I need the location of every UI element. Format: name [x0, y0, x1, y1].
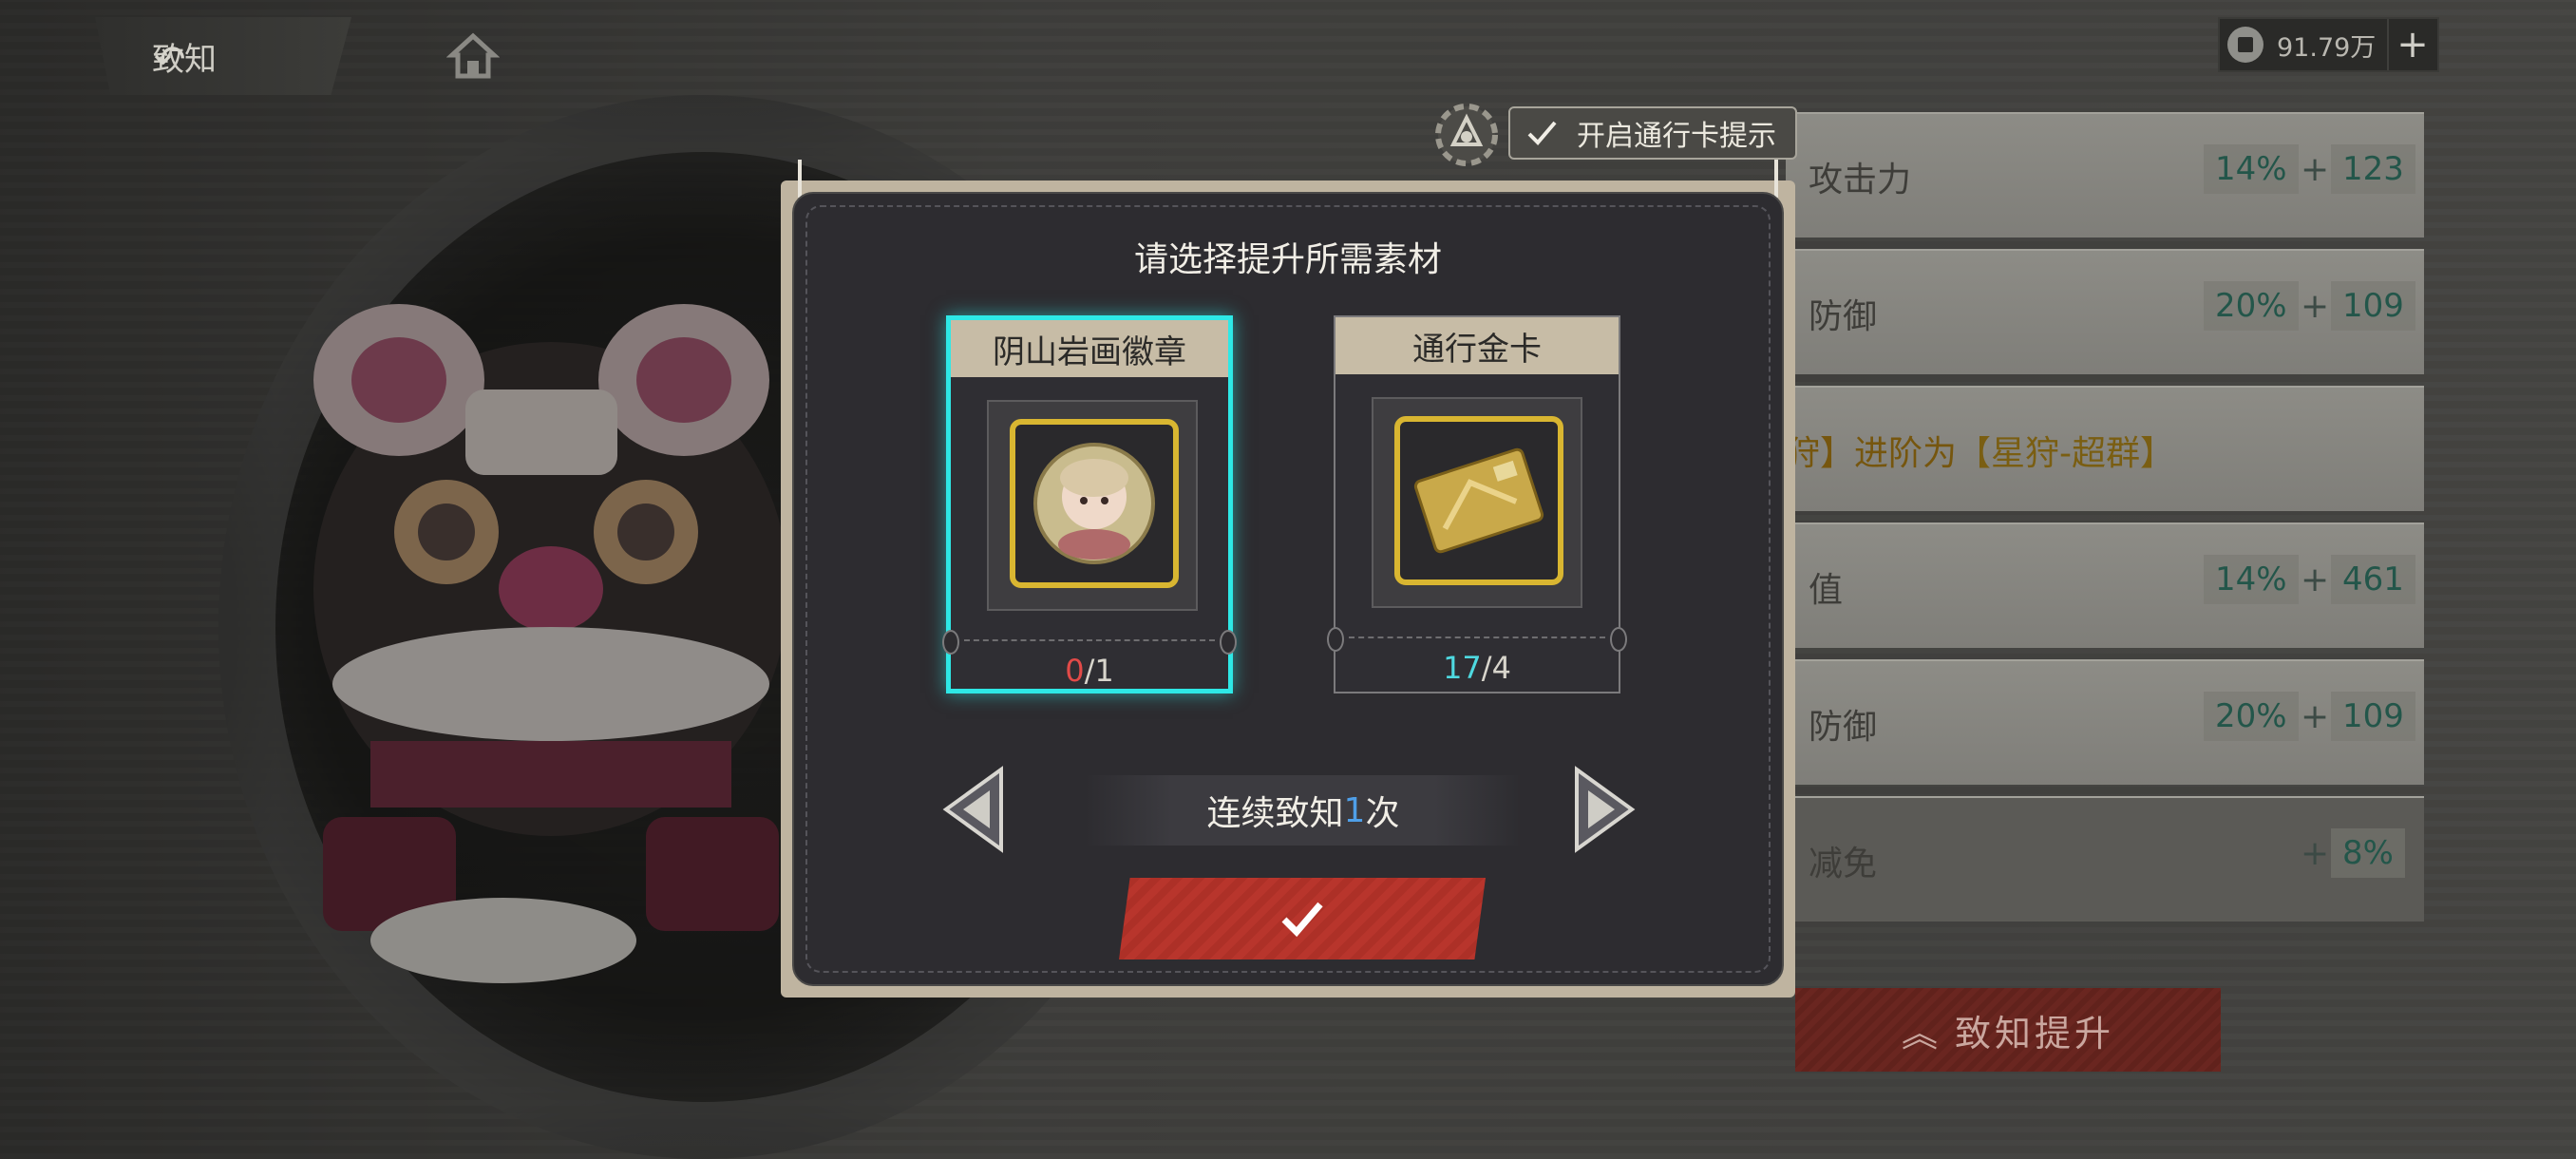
material-card-gold-pass[interactable]: 通行金卡 17/4 — [1327, 315, 1627, 694]
home-icon[interactable] — [446, 28, 500, 82]
checkmark-icon — [1281, 902, 1323, 938]
material-name: 阴山岩画徽章 — [951, 320, 1228, 377]
stat-percent: 20% — [2204, 692, 2299, 741]
stat-label: 防御 — [1809, 297, 1878, 336]
material-count: 0/1 — [951, 653, 1228, 689]
stat-plus: + — [2301, 150, 2330, 189]
stat-label: 攻击力 — [1809, 161, 1912, 200]
stat-label: 减免 — [1809, 845, 1878, 884]
stat-value: 109 — [2331, 692, 2415, 741]
stat-row: 攻击力 14% + 123 — [1786, 112, 2424, 238]
confirm-button[interactable] — [1119, 878, 1486, 960]
currency-display: 91.79万 + — [2218, 17, 2439, 72]
card-notch — [1327, 627, 1344, 652]
stat-label: 防御 — [1809, 708, 1878, 747]
card-notch — [1220, 630, 1237, 655]
material-have: 17 — [1443, 650, 1482, 686]
stat-value: 123 — [2331, 144, 2415, 194]
back-arrow-icon: ↶ — [154, 38, 186, 82]
back-button[interactable]: ↶ 致知 — [95, 17, 351, 95]
card-notch — [942, 630, 959, 655]
stat-value: 109 — [2331, 281, 2415, 331]
pass-hint-label: 开启通行卡提示 — [1577, 120, 1776, 153]
decrease-arrow-icon[interactable] — [940, 766, 1007, 853]
evolve-row: 狩】进阶为【星狩-超群】 — [1786, 386, 2424, 511]
stat-label: 值 — [1809, 571, 1844, 610]
material-slot — [1372, 397, 1582, 608]
stat-percent: 14% — [2204, 555, 2299, 604]
stat-percent: 14% — [2204, 144, 2299, 194]
material-frame — [1394, 416, 1563, 585]
stat-row: 减免 + 8% — [1786, 796, 2424, 922]
stat-plus: + — [2301, 560, 2330, 599]
upgrade-label: 致知提升 — [1955, 1012, 2115, 1054]
stat-plus: + — [2301, 834, 2330, 873]
repeat-prefix: 连续致知 — [1206, 794, 1344, 833]
card-notch — [1610, 627, 1627, 652]
increase-arrow-icon[interactable] — [1571, 766, 1638, 853]
gear-icon — [1435, 104, 1498, 166]
material-need: /1 — [1084, 653, 1114, 689]
stat-value: 8% — [2331, 828, 2405, 878]
repeat-count: 1 — [1343, 790, 1366, 830]
stat-row: 值 14% + 461 — [1786, 522, 2424, 648]
material-have: 0 — [1065, 653, 1085, 689]
dialog-pin — [798, 160, 802, 198]
repeat-count-display: 连续致知 1 次 — [1085, 775, 1522, 846]
stat-value: 461 — [2331, 555, 2415, 604]
card-divider — [964, 639, 1215, 641]
material-need: /4 — [1481, 650, 1511, 686]
currency-value: 91.79万 — [2277, 32, 2377, 63]
double-chevron-up-icon: ︽ — [1901, 1012, 1941, 1054]
stat-plus: + — [2301, 287, 2330, 326]
evolve-prefix: 狩】进阶为 — [1786, 434, 1958, 473]
add-currency-button[interactable]: + — [2387, 19, 2436, 70]
material-select-dialog: 请选择提升所需素材 阴山岩画徽章 0/1 通行金卡 17/4 连续致知 1 次 — [781, 160, 1795, 998]
material-count: 17/4 — [1335, 650, 1619, 686]
pass-hint-toggle[interactable]: 开启通行卡提示 — [1508, 106, 1797, 160]
stat-percent: 20% — [2204, 281, 2299, 331]
checkbox-checked-icon[interactable] — [1524, 115, 1560, 151]
repeat-suffix: 次 — [1365, 794, 1400, 833]
dialog-title: 请选择提升所需素材 — [1133, 240, 1442, 279]
card-divider — [1349, 636, 1605, 638]
coin-icon — [2227, 27, 2263, 63]
stat-row: 防御 20% + 109 — [1786, 249, 2424, 374]
dialog-pin — [1774, 160, 1778, 198]
material-frame — [1010, 419, 1179, 588]
evolve-text: 狩】进阶为【星狩-超群】 — [1786, 426, 2174, 475]
material-card-badge[interactable]: 阴山岩画徽章 0/1 — [942, 315, 1237, 694]
material-name: 通行金卡 — [1335, 317, 1619, 374]
evolve-target: 【星狩-超群】 — [1957, 434, 2175, 473]
material-slot — [987, 400, 1198, 611]
stat-plus: + — [2301, 697, 2330, 736]
dialog-body: 请选择提升所需素材 阴山岩画徽章 0/1 通行金卡 17/4 连续致知 1 次 — [792, 192, 1784, 986]
rock-art-badge-icon — [1033, 443, 1155, 564]
gold-card-icon — [1413, 447, 1544, 554]
upgrade-button[interactable]: ︽ 致知提升 — [1795, 988, 2221, 1072]
stat-row: 防御 20% + 109 — [1786, 659, 2424, 785]
